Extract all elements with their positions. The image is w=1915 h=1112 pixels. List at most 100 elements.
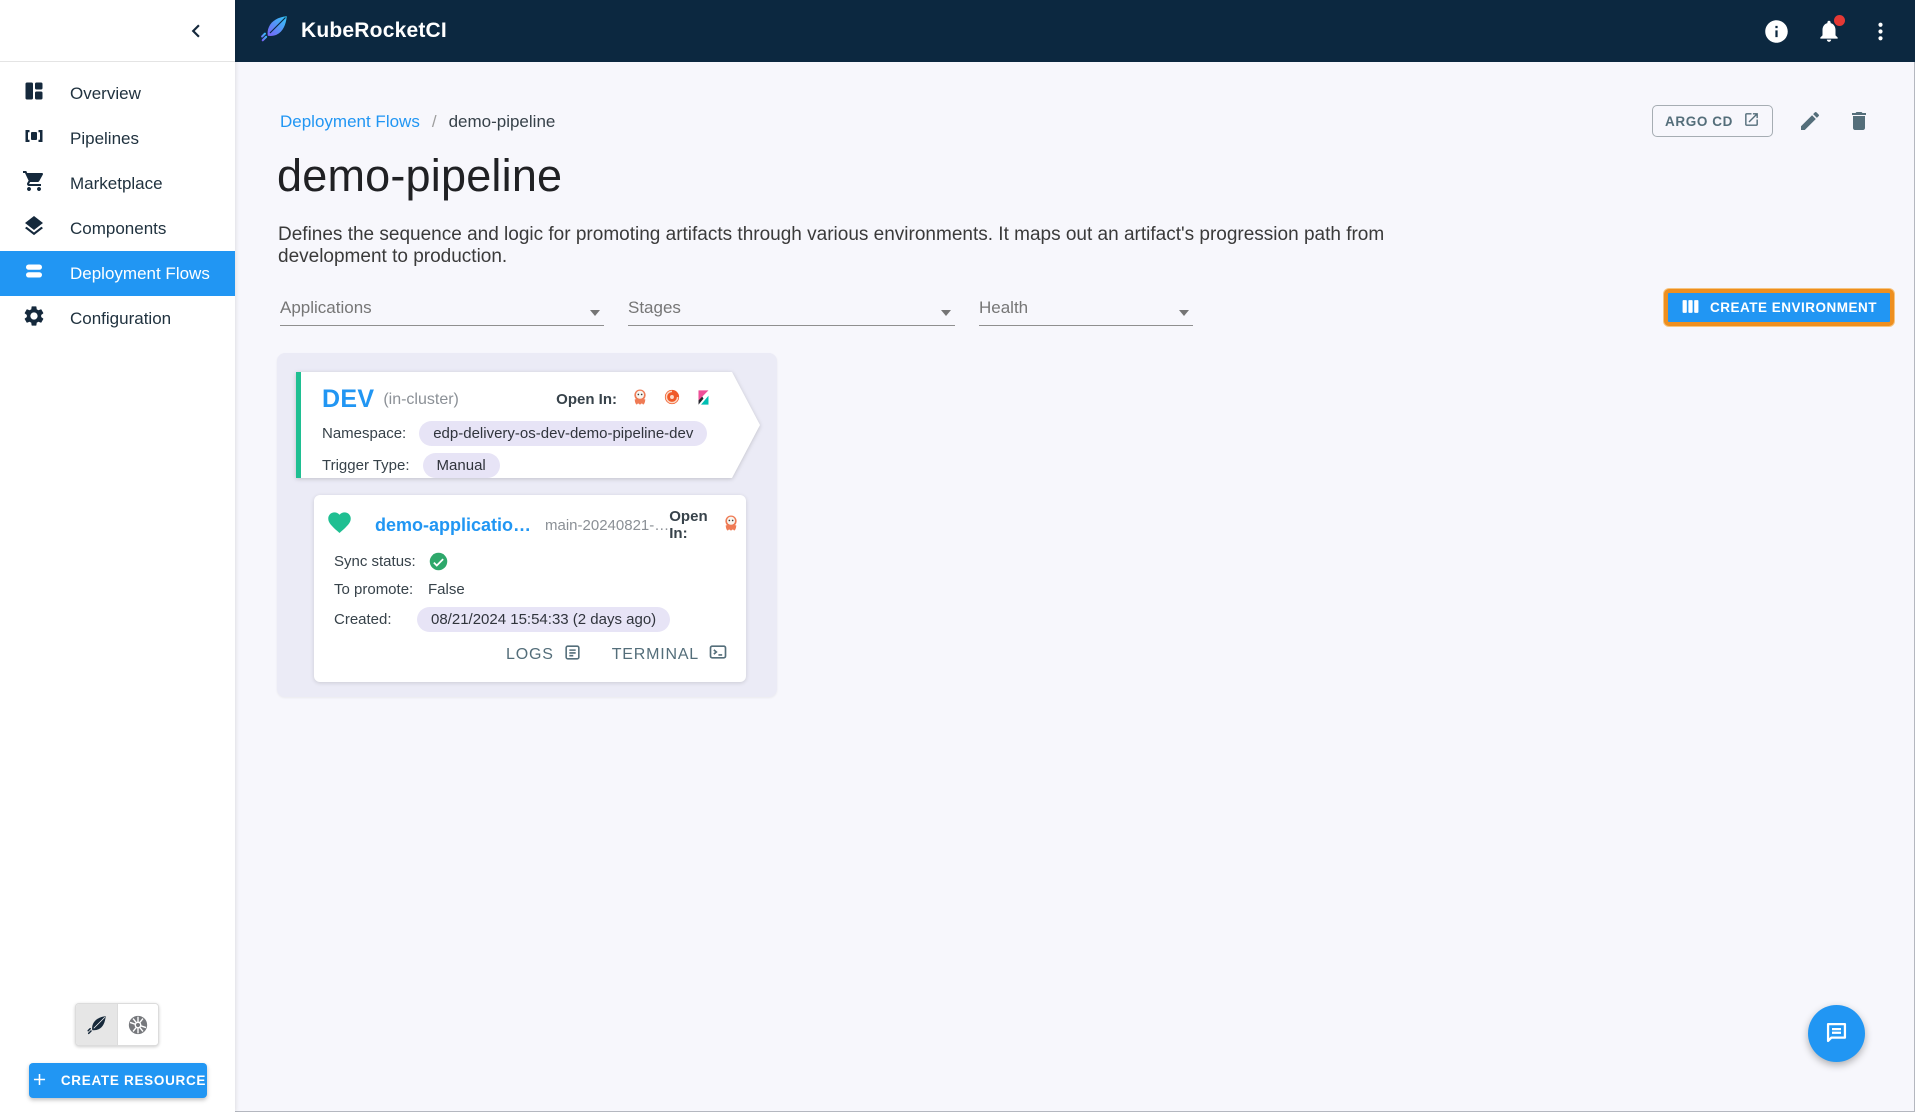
app-title: KubeRocketCI xyxy=(301,19,447,42)
created-label: Created: xyxy=(334,611,392,628)
filter-bar: Applications Stages Health xyxy=(280,296,1193,326)
cart-icon xyxy=(22,169,46,198)
page-actions: ARGO CD xyxy=(1652,105,1871,137)
edit-pencil-icon[interactable] xyxy=(1798,109,1822,133)
health-select-label: Health xyxy=(979,298,1029,317)
sidebar-item-components[interactable]: Components xyxy=(0,206,235,251)
kuberocketci-logo-icon[interactable] xyxy=(76,1004,117,1045)
chevron-down-icon xyxy=(590,310,600,316)
applications-select-label: Applications xyxy=(280,298,372,317)
terminal-button-label: TERMINAL xyxy=(611,645,699,663)
sidebar-item-configuration[interactable]: Configuration xyxy=(0,296,235,341)
to-promote-value: False xyxy=(428,581,465,598)
argo-cd-button-label: ARGO CD xyxy=(1665,113,1733,129)
sidebar-item-label: Pipelines xyxy=(70,128,139,148)
terminal-icon xyxy=(708,642,728,667)
create-resource-button[interactable]: CREATE RESOURCE xyxy=(29,1063,207,1098)
breadcrumb: Deployment Flows / demo-pipeline xyxy=(280,112,555,132)
application-actions: LOGS TERMINAL xyxy=(506,642,728,667)
page-description: Defines the sequence and logic for promo… xyxy=(278,224,1385,267)
kuberocketci-app: KubeRocketCI Overview Pipelines Marketpl… xyxy=(0,0,1915,1112)
sidebar-item-label: Deployment Flows xyxy=(70,263,210,283)
notification-badge xyxy=(1834,15,1845,26)
created-row: Created: 08/21/2024 15:54:33 (2 days ago… xyxy=(334,607,726,632)
external-link-icon xyxy=(1743,111,1760,131)
to-promote-label: To promote: xyxy=(334,581,414,598)
environment-group: DEV (in-cluster) Open In: Namespace: edp… xyxy=(277,353,777,697)
columns-icon xyxy=(1681,297,1700,319)
sidebar-nav: Overview Pipelines Marketplace Component… xyxy=(0,62,235,341)
sidebar-item-marketplace[interactable]: Marketplace xyxy=(0,161,235,206)
app-bar: KubeRocketCI xyxy=(235,0,1915,62)
stage-header: DEV (in-cluster) Open In: xyxy=(296,372,760,414)
sidebar: Overview Pipelines Marketplace Component… xyxy=(0,0,235,1112)
chevron-down-icon xyxy=(941,310,951,316)
application-card: demo-applicatio… main-20240821-… Open In… xyxy=(314,495,746,682)
app-logo: KubeRocketCI xyxy=(259,13,447,49)
info-icon[interactable] xyxy=(1763,18,1790,45)
create-resource-label: CREATE RESOURCE xyxy=(60,1073,207,1088)
view-mode-toggle xyxy=(75,1003,159,1046)
trigger-type-chip: Manual xyxy=(423,453,500,478)
stage-open-in: Open In: xyxy=(556,388,712,411)
check-circle-icon xyxy=(428,551,449,572)
sidebar-header xyxy=(0,0,235,62)
open-in-label: Open In: xyxy=(669,508,708,542)
kebab-menu-icon[interactable] xyxy=(1868,19,1893,44)
heart-icon xyxy=(326,509,353,541)
open-in-label: Open In: xyxy=(556,391,617,408)
terminal-button[interactable]: TERMINAL xyxy=(612,642,728,667)
gear-icon xyxy=(22,304,46,333)
kuberocketci-logo-icon xyxy=(259,13,290,49)
application-version-label: main-20240821-… xyxy=(545,516,670,534)
sidebar-item-label: Marketplace xyxy=(70,173,163,193)
stage-card-dev: DEV (in-cluster) Open In: Namespace: edp… xyxy=(296,372,760,478)
sidebar-item-overview[interactable]: Overview xyxy=(0,71,235,116)
delete-trash-icon[interactable] xyxy=(1847,109,1871,133)
stage-card-wrap: DEV (in-cluster) Open In: Namespace: edp… xyxy=(296,372,760,478)
application-name-link[interactable]: demo-applicatio… xyxy=(375,515,531,536)
stacked-bars-icon xyxy=(22,259,46,288)
chevron-down-icon xyxy=(1179,310,1189,316)
stage-cluster-label: (in-cluster) xyxy=(383,390,459,408)
chat-bubble-icon xyxy=(1823,1019,1850,1049)
create-environment-button[interactable]: CREATE ENVIRONMENT xyxy=(1664,289,1895,326)
argo-cd-button[interactable]: ARGO CD xyxy=(1652,105,1773,137)
logs-button[interactable]: LOGS xyxy=(506,643,582,667)
chevron-left-icon[interactable] xyxy=(183,18,209,44)
namespace-label: Namespace: xyxy=(322,425,407,442)
application-open-in: Open In: xyxy=(669,508,739,542)
breadcrumb-separator: / xyxy=(431,112,437,131)
sidebar-item-deployment-flows[interactable]: Deployment Flows xyxy=(0,251,235,296)
sync-status-label: Sync status: xyxy=(334,553,416,570)
pipelines-icon xyxy=(22,124,46,153)
logs-document-icon xyxy=(563,643,582,667)
layers-icon xyxy=(22,214,46,243)
kubernetes-icon[interactable] xyxy=(117,1004,158,1045)
trigger-type-label: Trigger Type: xyxy=(322,457,410,474)
application-header: demo-applicatio… main-20240821-… Open In… xyxy=(326,508,737,542)
health-select[interactable]: Health xyxy=(979,296,1193,326)
breadcrumb-deployment-flows-link[interactable]: Deployment Flows xyxy=(280,112,420,132)
kibana-icon[interactable] xyxy=(695,389,712,411)
chat-assistant-button[interactable] xyxy=(1808,1005,1865,1062)
dashboard-icon xyxy=(22,79,46,108)
argocd-icon[interactable] xyxy=(631,388,649,411)
to-promote-row: To promote: False xyxy=(334,581,726,598)
stages-select[interactable]: Stages xyxy=(628,296,955,326)
appbar-actions xyxy=(1763,15,1893,45)
logs-button-label: LOGS xyxy=(506,645,554,663)
plus-icon xyxy=(30,1070,49,1092)
page-title: demo-pipeline xyxy=(277,150,563,201)
sync-status-row: Sync status: xyxy=(334,551,726,572)
stages-select-label: Stages xyxy=(628,298,681,317)
sidebar-item-label: Configuration xyxy=(70,308,172,328)
argocd-icon[interactable] xyxy=(722,514,740,537)
grafana-icon[interactable] xyxy=(663,388,681,411)
sidebar-item-pipelines[interactable]: Pipelines xyxy=(0,116,235,161)
breadcrumb-current: demo-pipeline xyxy=(448,112,556,131)
stage-trigger-row: Trigger Type: Manual xyxy=(322,453,760,478)
stage-name-link[interactable]: DEV xyxy=(322,385,374,414)
applications-select[interactable]: Applications xyxy=(280,296,604,326)
notifications-icon[interactable] xyxy=(1816,15,1845,44)
